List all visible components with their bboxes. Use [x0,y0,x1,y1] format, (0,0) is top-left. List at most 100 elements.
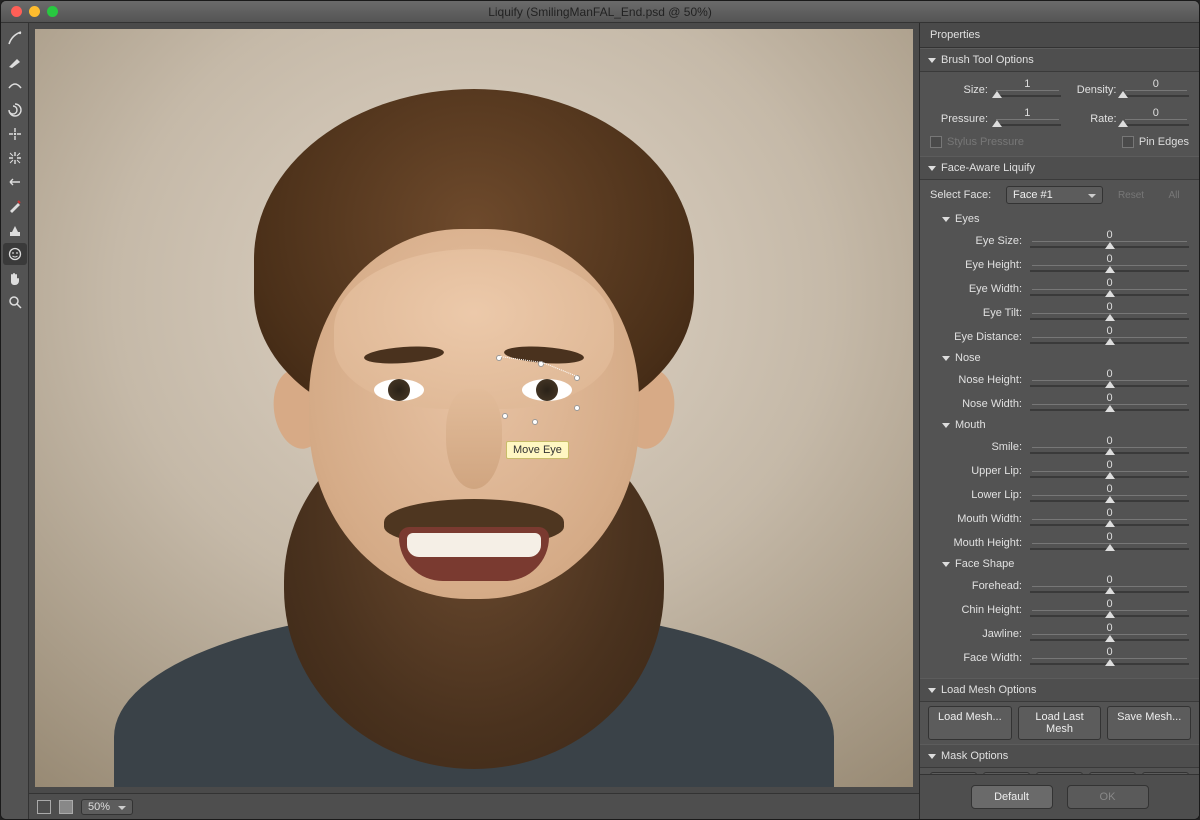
size-label: Size: [930,84,988,96]
param-slider[interactable]: 0 [1030,368,1189,391]
smooth-tool[interactable] [3,75,27,97]
twirl-tool[interactable] [3,99,27,121]
rate-slider[interactable]: 0 [1123,107,1190,130]
param-slider[interactable]: 0 [1030,229,1189,252]
param-row: Face Width: 0 [930,646,1189,669]
param-row: Lower Lip: 0 [930,483,1189,506]
section-mesh-header[interactable]: Load Mesh Options [920,678,1199,702]
ok-button[interactable]: OK [1067,785,1149,809]
param-slider[interactable]: 0 [1030,646,1189,669]
param-slider[interactable]: 0 [1030,483,1189,506]
param-row: Nose Width: 0 [930,392,1189,415]
param-label: Face Width: [930,652,1022,664]
param-value: 0 [1032,368,1187,381]
select-face-label: Select Face: [930,189,1000,201]
param-slider[interactable]: 0 [1030,531,1189,554]
forward-warp-tool[interactable] [3,27,27,49]
window-body: Move Eye 50% Properties Brush Tool Optio… [1,23,1199,819]
param-value: 0 [1032,459,1187,472]
reconstruct-tool[interactable] [3,51,27,73]
canvas[interactable]: Move Eye [29,23,919,793]
param-label: Eye Tilt: [930,307,1022,319]
subsection-mouth-header[interactable]: Mouth [930,416,1189,434]
canvas-area: Move Eye 50% [29,23,919,819]
param-value: 0 [1032,301,1187,314]
zoom-select[interactable]: 50% [81,799,133,815]
zoom-value: 50% [88,801,110,813]
param-slider[interactable]: 0 [1030,459,1189,482]
param-slider[interactable]: 0 [1030,622,1189,645]
param-slider[interactable]: 0 [1030,507,1189,530]
stylus-pressure-checkbox: Stylus Pressure [930,136,1024,148]
select-face-dropdown[interactable]: Face #1 [1006,186,1103,204]
param-value: 0 [1032,598,1187,611]
liquify-window: Liquify (SmilingManFAL_End.psd @ 50%) [0,0,1200,820]
param-value: 0 [1032,646,1187,659]
param-label: Eye Width: [930,283,1022,295]
subsection-shape-header[interactable]: Face Shape [930,555,1189,573]
param-row: Eye Height:0 [930,253,1189,276]
thaw-mask-tool[interactable] [3,219,27,241]
pin-edges-checkbox[interactable]: Pin Edges [1122,136,1189,148]
section-fal-header[interactable]: Face-Aware Liquify [920,156,1199,180]
param-slider[interactable]: 0 [1030,253,1189,276]
save-mesh-button[interactable]: Save Mesh... [1107,706,1191,740]
param-slider[interactable]: 0 [1030,301,1189,324]
reset-button[interactable]: Reset [1109,190,1153,201]
param-label: Nose Width: [930,398,1022,410]
bloat-tool[interactable] [3,147,27,169]
section-fal-body: Select Face: Face #1 Reset All Eyes Eye S… [920,180,1199,678]
param-slider[interactable]: 0 [1030,277,1189,300]
pucker-tool[interactable] [3,123,27,145]
size-slider[interactable]: 1 [994,78,1061,101]
param-label: Chin Height: [930,604,1022,616]
properties-scroll[interactable]: Brush Tool Options Size: 1 Density: 0 Pr… [920,48,1199,774]
param-value: 0 [1032,507,1187,520]
all-button[interactable]: All [1159,190,1189,201]
view-mode-a-icon[interactable] [37,800,51,814]
hand-tool[interactable] [3,267,27,289]
push-left-tool[interactable] [3,171,27,193]
face-handle[interactable] [574,405,580,411]
param-slider[interactable]: 0 [1030,574,1189,597]
default-button[interactable]: Default [971,785,1053,809]
density-label: Density: [1067,84,1117,96]
param-label: Eye Size: [930,235,1022,247]
param-label: Lower Lip: [930,489,1022,501]
param-label: Eye Distance: [930,331,1022,343]
param-slider[interactable]: 0 [1030,392,1189,415]
minimize-icon[interactable] [29,6,40,17]
param-label: Mouth Width: [930,513,1022,525]
param-slider[interactable]: 0 [1030,325,1189,348]
subsection-eyes-header[interactable]: Eyes [930,210,1189,228]
dialog-footer: Default OK [920,774,1199,819]
disclosure-down-icon [928,688,936,693]
freeze-mask-tool[interactable] [3,195,27,217]
properties-title: Properties [920,23,1199,48]
param-row: Eye Tilt: 0 [930,301,1189,324]
density-slider[interactable]: 0 [1123,78,1190,101]
param-slider[interactable]: 0 [1030,598,1189,621]
status-bar: 50% [29,793,919,819]
zoom-tool[interactable] [3,291,27,313]
param-row: Eye Width: 0 [930,277,1189,300]
mesh-buttons: Load Mesh... Load Last Mesh Save Mesh... [920,702,1199,744]
subsection-label: Eyes [955,213,979,225]
param-slider[interactable]: 0 [1030,435,1189,458]
param-row: Jawline:0 [930,622,1189,645]
load-mesh-button[interactable]: Load Mesh... [928,706,1012,740]
close-icon[interactable] [11,6,22,17]
face-handle[interactable] [532,419,538,425]
face-tool[interactable] [3,243,27,265]
section-mask-header[interactable]: Mask Options [920,744,1199,768]
window-title: Liquify (SmilingManFAL_End.psd @ 50%) [488,5,712,19]
maximize-icon[interactable] [47,6,58,17]
subsection-nose-header[interactable]: Nose [930,349,1189,367]
section-brush-header[interactable]: Brush Tool Options [920,48,1199,72]
load-last-mesh-button[interactable]: Load Last Mesh [1018,706,1102,740]
view-mode-b-icon[interactable] [59,800,73,814]
face-handle[interactable] [502,413,508,419]
section-label: Face-Aware Liquify [941,162,1035,174]
param-value: 0 [1032,229,1187,242]
pressure-slider[interactable]: 1 [994,107,1061,130]
